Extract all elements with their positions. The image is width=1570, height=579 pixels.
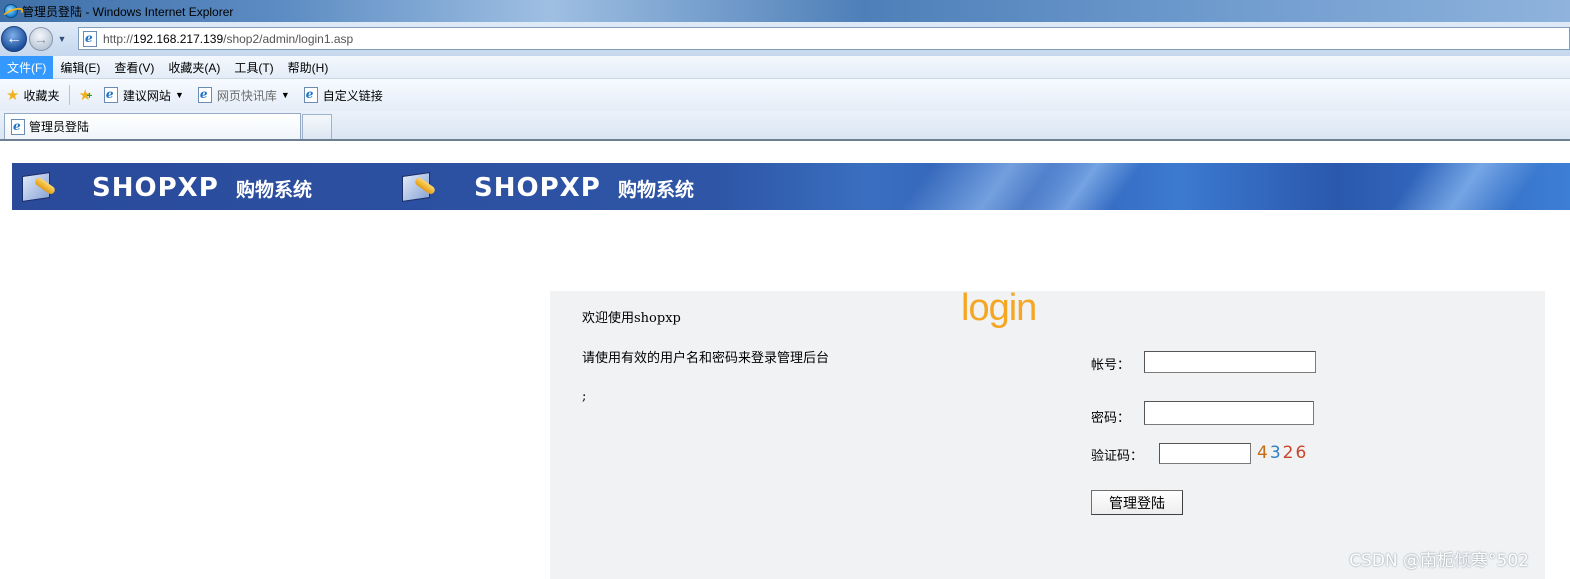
banner-subtitle: 购物系统	[618, 179, 695, 201]
captcha-image: 4326	[1257, 443, 1308, 463]
page-icon	[103, 87, 118, 103]
menu-tools[interactable]: 工具(T)	[227, 56, 280, 79]
back-button[interactable]: ←	[1, 26, 27, 52]
captcha-input[interactable]	[1159, 443, 1251, 464]
window-title: 管理员登陆 - Windows Internet Explorer	[22, 4, 234, 19]
account-label: 帐号：	[1091, 358, 1131, 373]
banner-brand: SHOPXP	[474, 173, 601, 203]
page-icon	[303, 87, 318, 103]
star-icon: ★	[6, 86, 20, 104]
navigation-bar: ← → ▼ http://192.168.217.139/shop2/admin…	[0, 22, 1570, 56]
menu-view[interactable]: 查看(V)	[107, 56, 161, 79]
admin-login-button[interactable]: 管理登陆	[1091, 490, 1183, 515]
password-label: 密码：	[1091, 411, 1131, 426]
shop-banner: SHOPXP 购物系统 SHOPXP 购物系统	[12, 163, 1570, 210]
csdn-watermark: CSDN @南栀倾寒°502	[1349, 551, 1529, 571]
shopxp-logo-icon	[18, 168, 60, 204]
shopxp-logo-icon	[398, 168, 440, 204]
url-path: /shop2/admin/login1.asp	[223, 31, 354, 46]
menu-favorites[interactable]: 收藏夹(A)	[161, 56, 227, 79]
url-scheme: http://	[103, 31, 134, 46]
menu-bar: 文件(F) 编辑(E) 查看(V) 收藏夹(A) 工具(T) 帮助(H)	[0, 55, 1570, 79]
arrow-right-icon: →	[34, 31, 48, 47]
captcha-digit: 2	[1282, 443, 1296, 463]
custom-links-label: 自定义链接	[322, 88, 383, 103]
password-input[interactable]	[1144, 401, 1314, 425]
page-icon	[83, 30, 97, 47]
url-host: 192.168.217.139	[133, 31, 224, 46]
menu-file[interactable]: 文件(F)	[0, 55, 54, 79]
banner-decoration	[1366, 163, 1558, 210]
web-slice-gallery-link[interactable]: 网页快讯库 ▼	[194, 83, 294, 107]
welcome-text: 欢迎使用shopxp	[582, 311, 681, 326]
page-icon	[11, 118, 25, 135]
captcha-label: 验证码：	[1091, 449, 1144, 464]
favorites-bar: ★ 收藏夹 ★ 建议网站 ▼ 网页快讯库 ▼ 自定义链接	[0, 79, 1570, 111]
tab-title: 管理员登陆	[29, 120, 90, 134]
suggested-sites-label: 建议网站	[122, 88, 171, 103]
web-slice-gallery-label: 网页快讯库	[216, 88, 277, 103]
account-input[interactable]	[1144, 351, 1316, 373]
add-favorite-icon: ★	[78, 88, 92, 103]
login-logo: login	[961, 287, 1037, 329]
menu-edit[interactable]: 编辑(E)	[53, 56, 107, 79]
custom-links-link[interactable]: 自定义链接	[300, 83, 387, 107]
page-icon	[197, 87, 212, 103]
captcha-digit: 6	[1295, 443, 1309, 463]
tab-bar: 管理员登陆	[0, 111, 1570, 141]
arrow-left-icon: ←	[6, 30, 22, 47]
menu-help[interactable]: 帮助(H)	[281, 56, 336, 79]
url-text: http://192.168.217.139/shop2/admin/login…	[103, 32, 353, 46]
address-input[interactable]: http://192.168.217.139/shop2/admin/login…	[78, 27, 1570, 50]
toolbar-separator	[69, 85, 71, 105]
caret-down-icon: ▼	[280, 90, 290, 100]
login-panel: login 欢迎使用shopxp 请使用有效的用户名和密码来登录管理后台 ; 帐…	[550, 287, 1545, 579]
banner-brand: SHOPXP	[92, 173, 219, 203]
recent-pages-dropdown[interactable]: ▼	[55, 32, 69, 46]
captcha-digit: 4	[1257, 443, 1270, 463]
semicolon-text: ;	[582, 389, 587, 404]
tab-admin-login[interactable]: 管理员登陆	[4, 113, 301, 139]
favorites-button[interactable]: ★ 收藏夹	[2, 83, 63, 107]
window-title-bar: 管理员登陆 - Windows Internet Explorer	[0, 0, 1570, 22]
suggested-sites-link[interactable]: 建议网站 ▼	[100, 83, 188, 107]
new-tab-button[interactable]	[302, 114, 332, 139]
chevron-down-icon: ▼	[57, 34, 67, 44]
ie-logo-icon	[4, 4, 18, 18]
favorites-label: 收藏夹	[23, 88, 60, 103]
banner-subtitle: 购物系统	[236, 179, 313, 201]
forward-button[interactable]: →	[29, 27, 53, 51]
add-to-favorites-button[interactable]: ★	[74, 83, 95, 107]
captcha-digit: 3	[1269, 443, 1283, 463]
caret-down-icon: ▼	[174, 90, 184, 100]
instruction-text: 请使用有效的用户名和密码来登录管理后台	[582, 351, 830, 366]
